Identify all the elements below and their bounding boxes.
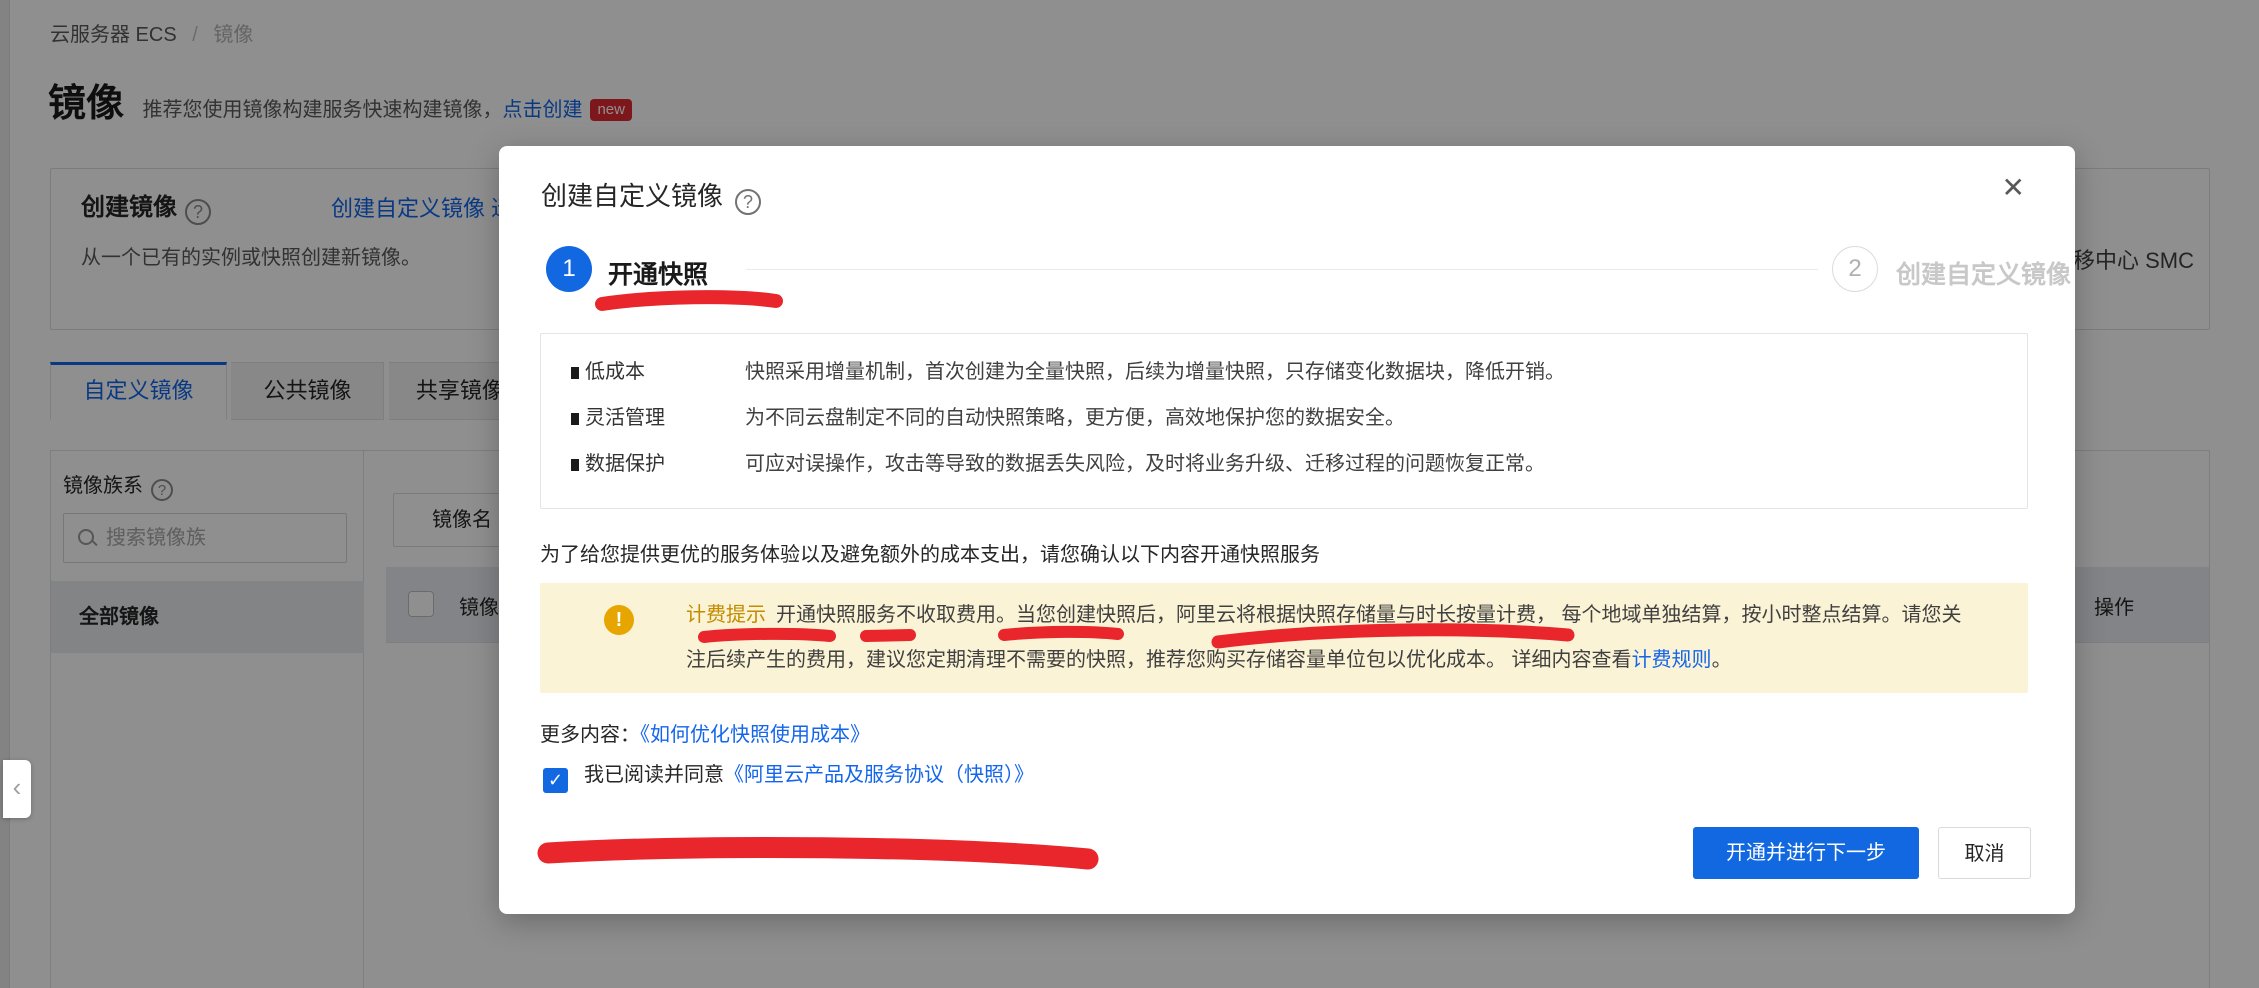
step-1-label: 开通快照 (608, 255, 708, 291)
confirm-text: 为了给您提供更优的服务体验以及避免额外的成本支出，请您确认以下内容开通快照服务 (540, 538, 1320, 567)
feature-row-protection: 数据保护 可应对误操作，攻击等导致的数据丢失风险，及时将业务升级、迁移过程的问题… (571, 450, 2007, 479)
more-content-row: 更多内容：《如何优化快照使用成本》 (540, 718, 870, 747)
bullet-icon (571, 459, 579, 471)
help-icon[interactable]: ? (735, 189, 761, 215)
step-1-circle: 1 (546, 246, 592, 292)
billing-notice: ! 计费提示开通快照服务不收取费用。当您创建快照后，阿里云将根据快照存储量与时长… (540, 583, 2028, 693)
bullet-icon (571, 413, 579, 425)
feature-row-low-cost: 低成本 快照采用增量机制，首次创建为全量快照，后续为增量快照，只存储变化数据块，… (571, 358, 2007, 387)
step-2-circle: 2 (1832, 246, 1878, 292)
snapshot-feature-box: 低成本 快照采用增量机制，首次创建为全量快照，后续为增量快照，只存储变化数据块，… (540, 333, 2028, 509)
billing-rules-link[interactable]: 计费规则 (1632, 649, 1712, 671)
modal-title: 创建自定义镜像 (541, 181, 723, 211)
activate-next-step-button[interactable]: 开通并进行下一步 (1693, 827, 1919, 879)
billing-label: 计费提示 (686, 604, 766, 626)
sidebar-collapse-handle[interactable]: ‹ (3, 760, 31, 818)
billing-text: 计费提示开通快照服务不收取费用。当您创建快照后，阿里云将根据快照存储量与时长按量… (686, 593, 1968, 683)
close-icon[interactable]: ✕ (2002, 174, 2025, 202)
agreement-link[interactable]: 《阿里云产品及服务协议（快照）》 (724, 764, 1034, 786)
cancel-button[interactable]: 取消 (1938, 827, 2031, 879)
optimize-cost-link[interactable]: 《如何优化快照使用成本》 (640, 724, 870, 746)
step-2-label: 创建自定义镜像 (1896, 255, 2071, 291)
step-connector-line (746, 269, 1818, 270)
agreement-checkbox[interactable]: ✓ (543, 768, 568, 793)
chevron-left-icon: ‹ (13, 772, 22, 802)
ecs-images-page: 云服务器 ECS / 镜像 镜像 推荐您使用镜像构建服务快速构建镜像，点击创建n… (0, 0, 2259, 988)
create-custom-image-modal: 创建自定义镜像? ✕ 1 开通快照 2 创建自定义镜像 低成本 快照采用增量机制… (499, 146, 2075, 914)
step-indicator: 1 开通快照 2 创建自定义镜像 (546, 246, 2028, 296)
warning-icon: ! (604, 605, 634, 635)
agreement-row: ✓我已阅读并同意《阿里云产品及服务协议（快照）》 (543, 758, 1034, 793)
feature-row-flexible: 灵活管理 为不同云盘制定不同的自动快照策略，更方便，高效地保护您的数据安全。 (571, 404, 2007, 433)
bullet-icon (571, 367, 579, 379)
